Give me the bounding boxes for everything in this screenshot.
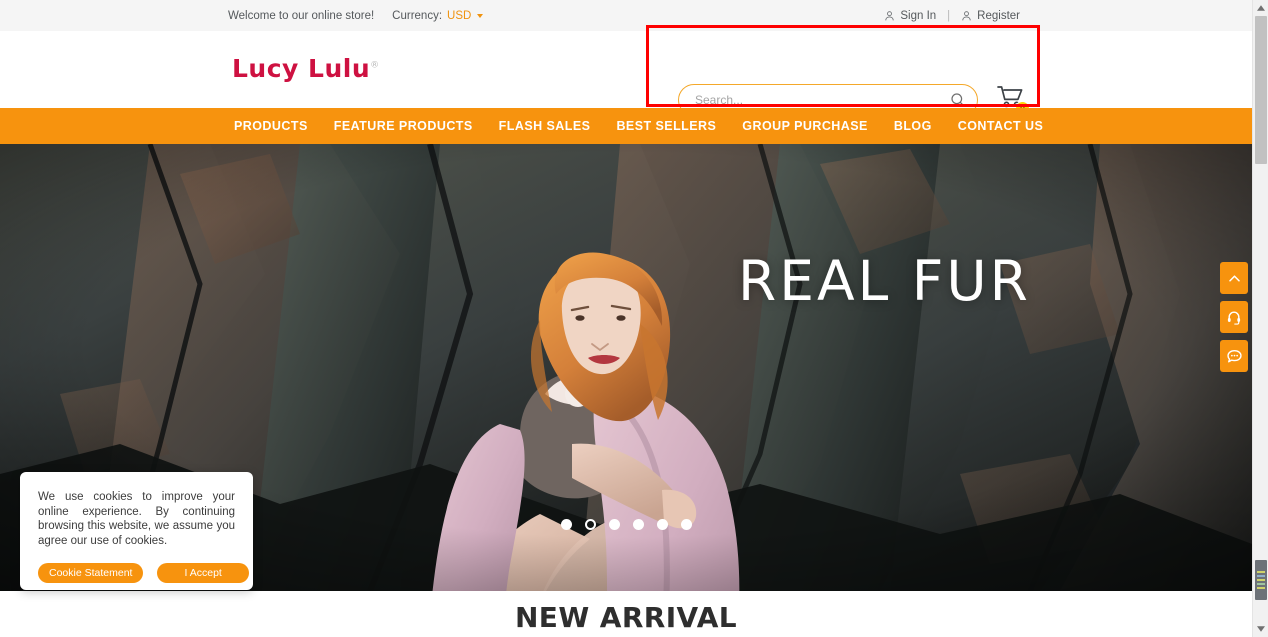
sign-in-link[interactable]: Sign In: [884, 10, 936, 22]
topbar-left-group: Welcome to our online store! Currency: U…: [228, 9, 484, 22]
section-title: NEW ARRIVAL: [514, 601, 738, 634]
logo-text: Lucy Lulu: [232, 54, 371, 83]
page-root: Welcome to our online store! Currency: U…: [0, 0, 1268, 637]
nav-item-blog[interactable]: BLOG: [894, 119, 932, 133]
live-chat-button[interactable]: [1220, 340, 1248, 372]
nav-items-list: PRODUCTS FEATURE PRODUCTS FLASH SALES BE…: [234, 119, 1043, 133]
nav-item-contact-us[interactable]: CONTACT US: [958, 119, 1044, 133]
person-icon: [962, 10, 971, 20]
topbar-account-group: Sign In | Register: [884, 10, 1020, 22]
currency-value: USD: [447, 9, 472, 22]
nav-item-best-sellers[interactable]: BEST SELLERS: [616, 119, 716, 133]
registered-trademark-icon: ®: [370, 60, 380, 71]
sign-in-label: Sign In: [900, 9, 937, 22]
floating-action-rail: [1220, 262, 1248, 379]
cookie-statement-button[interactable]: Cookie Statement: [38, 562, 144, 583]
currency-selector[interactable]: Currency: USD: [392, 9, 484, 22]
customer-support-button[interactable]: [1220, 301, 1248, 333]
cookie-consent-notice: We use cookies to improve your online ex…: [20, 472, 253, 590]
cookie-notice-text: We use cookies to improve your online ex…: [38, 491, 235, 548]
register-label: Register: [977, 9, 1020, 22]
search-icon: [951, 93, 965, 107]
register-link[interactable]: Register: [961, 10, 1020, 22]
site-logo[interactable]: Lucy Lulu®: [232, 54, 380, 83]
scroll-to-top-button[interactable]: [1220, 262, 1248, 294]
carousel-dot-5[interactable]: [656, 519, 668, 530]
site-header: Lucy Lulu® 0: [0, 31, 1252, 116]
cookie-accept-button[interactable]: I Accept: [157, 562, 249, 583]
currency-label: Currency:: [392, 9, 443, 22]
top-utility-bar: Welcome to our online store! Currency: U…: [0, 0, 1252, 31]
new-arrival-section: NEW ARRIVAL: [0, 591, 1252, 637]
nav-item-products[interactable]: PRODUCTS: [234, 119, 308, 133]
carousel-dot-3[interactable]: [608, 519, 620, 530]
main-navigation: PRODUCTS FEATURE PRODUCTS FLASH SALES BE…: [0, 108, 1252, 144]
welcome-message: Welcome to our online store!: [228, 9, 375, 22]
carousel-dot-1[interactable]: [560, 519, 572, 530]
search-input[interactable]: [695, 93, 939, 107]
caret-down-icon: [1257, 626, 1265, 632]
hero-title: REAL FUR: [738, 249, 1031, 313]
nav-item-group-purchase[interactable]: GROUP PURCHASE: [742, 119, 868, 133]
cookie-actions: Cookie Statement I Accept: [38, 562, 249, 583]
scrollbar-minimap-marker: [1255, 560, 1267, 600]
carousel-dot-4[interactable]: [632, 519, 644, 530]
headset-icon: [1227, 311, 1241, 325]
chat-bubble-icon: [1226, 349, 1242, 362]
scrollbar-down-arrow[interactable]: [1253, 621, 1268, 637]
carousel-dot-6[interactable]: [680, 519, 692, 530]
person-icon: [885, 10, 895, 20]
caret-up-icon: [1257, 5, 1265, 11]
nav-item-feature-products[interactable]: FEATURE PRODUCTS: [334, 119, 473, 133]
carousel-dot-2[interactable]: [584, 519, 596, 530]
chevron-up-icon: [1228, 274, 1240, 282]
chevron-down-icon: [477, 13, 484, 18]
account-separator: |: [947, 9, 951, 22]
nav-item-flash-sales[interactable]: FLASH SALES: [499, 119, 591, 133]
scrollbar-up-arrow[interactable]: [1253, 0, 1268, 16]
browser-scrollbar[interactable]: [1252, 0, 1268, 637]
scrollbar-thumb[interactable]: [1255, 16, 1267, 164]
